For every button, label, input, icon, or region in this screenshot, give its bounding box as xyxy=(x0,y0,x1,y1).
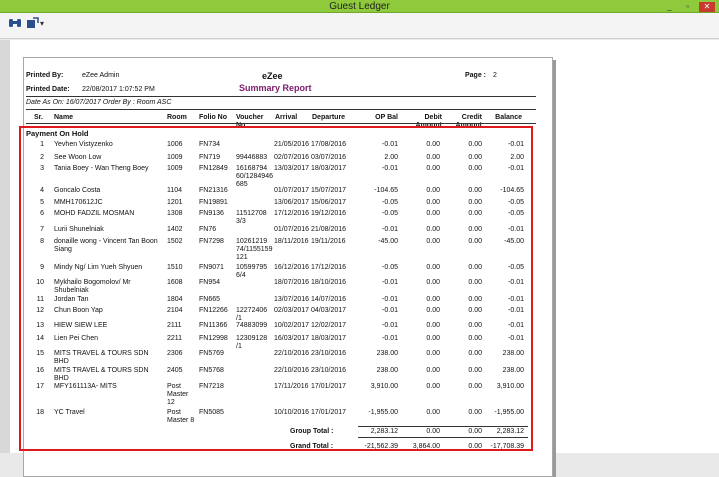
window-title: Guest Ledger xyxy=(329,1,390,12)
col-balance: Balance xyxy=(495,114,522,121)
toolbar: ▾ xyxy=(0,13,719,39)
printed-by-label: Printed By: xyxy=(26,72,64,79)
brand-name: eZee xyxy=(262,71,283,81)
printed-by-value: eZee Admin xyxy=(82,72,120,79)
chevron-down-icon[interactable]: ▾ xyxy=(40,19,44,33)
col-arrival: Arrival xyxy=(275,114,298,121)
window-title-bar: Guest Ledger _ ▫ ✕ xyxy=(0,0,719,13)
restore-button[interactable]: ▫ xyxy=(681,2,694,12)
page-number: 2 xyxy=(493,72,497,79)
col-departure: Departure xyxy=(312,114,346,121)
col-folio: Folio No xyxy=(199,114,227,121)
minimize-button[interactable]: _ xyxy=(663,2,676,12)
printed-date-label: Printed Date: xyxy=(26,86,70,93)
export-icon[interactable] xyxy=(26,17,40,31)
col-sr: Sr. xyxy=(34,114,43,121)
col-op-bal: OP Bal xyxy=(375,114,398,121)
close-button[interactable]: ✕ xyxy=(699,1,715,12)
report-subheader: Date As On: 16/07/2017 Order By : Room A… xyxy=(26,99,172,106)
subheader-divider xyxy=(26,109,536,110)
report-title: Summary Report xyxy=(239,83,312,93)
highlight-box xyxy=(19,126,533,451)
printed-date-value: 22/08/2017 1:07:52 PM xyxy=(82,86,155,93)
column-header-divider xyxy=(26,123,536,124)
header-divider xyxy=(26,96,536,97)
col-name: Name xyxy=(54,114,74,121)
page-label: Page : xyxy=(465,72,487,79)
window-controls: _ ▫ ✕ xyxy=(663,0,715,13)
col-room: Room xyxy=(167,114,187,121)
binoculars-icon[interactable] xyxy=(8,17,22,31)
